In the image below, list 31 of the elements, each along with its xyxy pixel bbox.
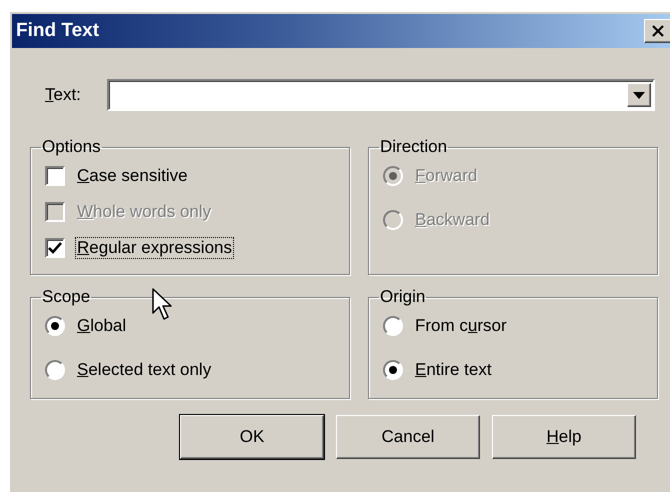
- radio-label: Global: [76, 315, 128, 337]
- radio-button[interactable]: [45, 360, 65, 380]
- close-button[interactable]: [644, 19, 670, 43]
- radio-label: Entire text: [414, 359, 493, 381]
- window-title: Find Text: [16, 20, 100, 42]
- dropdown-button[interactable]: [627, 83, 651, 107]
- checkbox[interactable]: [45, 238, 65, 258]
- checkmark-icon: [48, 242, 62, 254]
- checkbox-label: Regular expressions: [75, 237, 234, 259]
- dialog-button[interactable]: Cancel: [336, 415, 480, 459]
- mouse-pointer-icon: [152, 288, 174, 322]
- radio-button[interactable]: [383, 360, 403, 380]
- text-combo-box[interactable]: [107, 79, 655, 111]
- radio-button[interactable]: [383, 316, 403, 336]
- group-title: Origin: [379, 287, 426, 307]
- group-title: Scope: [41, 287, 92, 307]
- checkbox[interactable]: [45, 166, 65, 186]
- checkbox-label: Case sensitive: [76, 165, 189, 187]
- dropdown-arrow-icon: [633, 92, 645, 98]
- radio-button[interactable]: [45, 316, 65, 336]
- text-label: Text:: [45, 85, 82, 105]
- radio-label: Selected text only: [76, 359, 212, 381]
- dialog-button[interactable]: Help: [492, 415, 636, 459]
- close-icon: [651, 25, 665, 37]
- radio-label: Backward: [414, 209, 491, 231]
- dialog-button[interactable]: OK: [180, 415, 324, 459]
- group-title: Options: [41, 137, 102, 157]
- radio-label: From cursor: [414, 315, 508, 337]
- checkbox-label: Whole words only: [76, 201, 212, 223]
- group-title: Direction: [379, 137, 448, 157]
- radio-label: Forward: [414, 165, 478, 187]
